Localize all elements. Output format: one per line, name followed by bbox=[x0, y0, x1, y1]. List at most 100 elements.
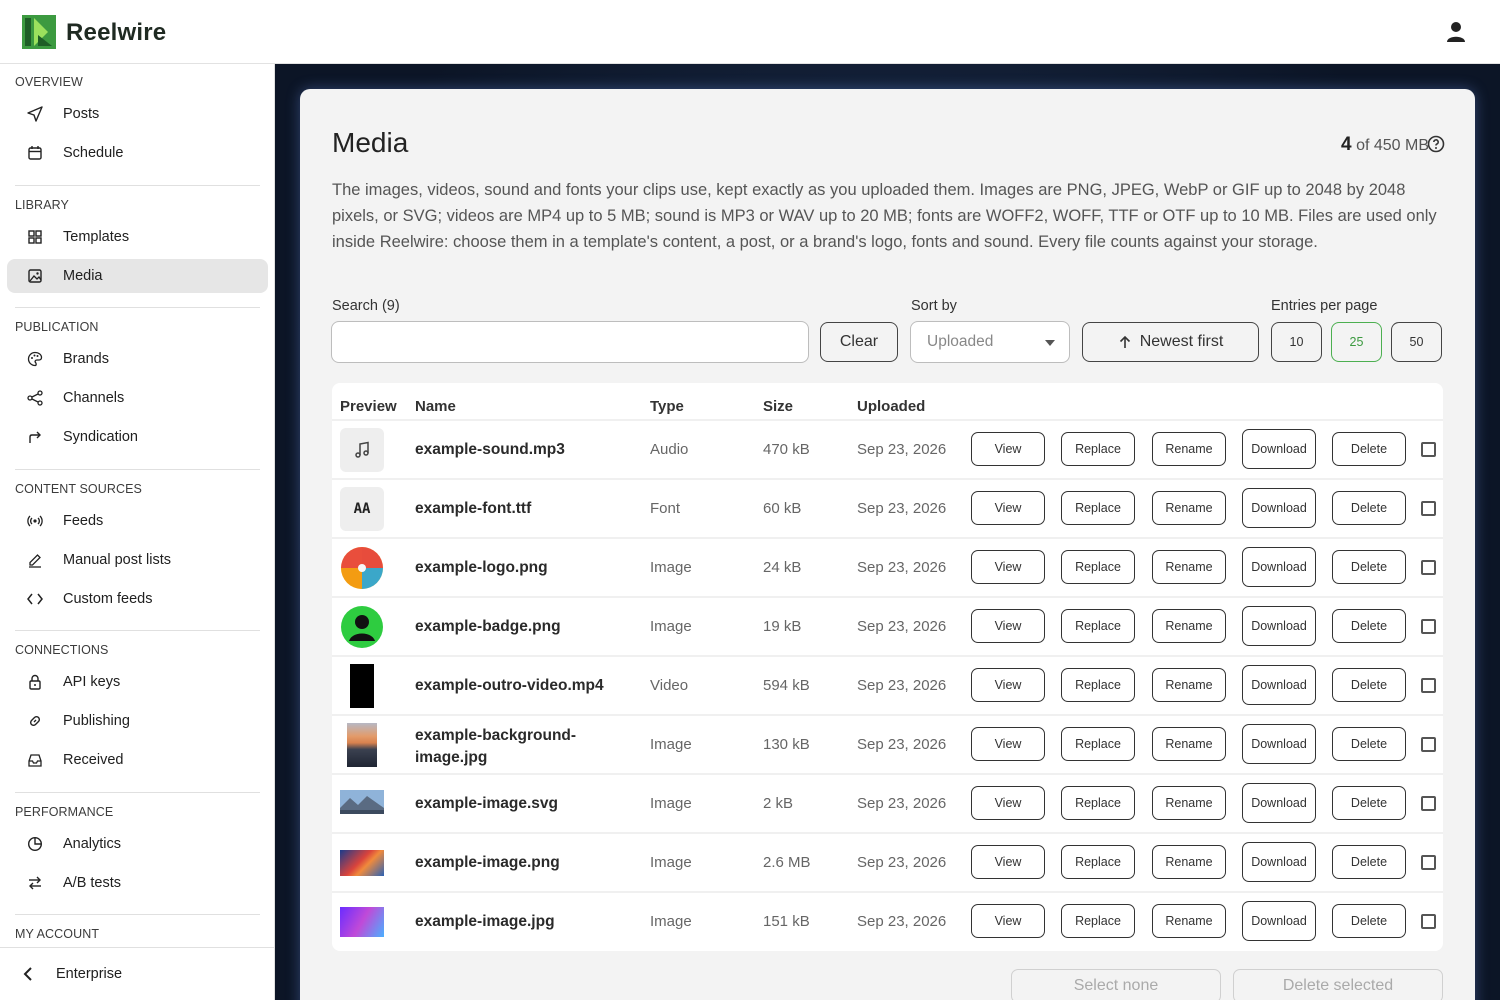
row-checkbox[interactable] bbox=[1421, 619, 1436, 634]
row-checkbox[interactable] bbox=[1421, 678, 1436, 693]
replace-button[interactable]: Replace bbox=[1061, 727, 1135, 761]
download-button[interactable]: Download bbox=[1242, 429, 1316, 469]
replace-button[interactable]: Replace bbox=[1061, 668, 1135, 702]
rename-button[interactable]: Rename bbox=[1152, 845, 1226, 879]
sidebar-item-publishing[interactable]: Publishing bbox=[7, 704, 268, 738]
view-button[interactable]: View bbox=[971, 904, 1045, 938]
row-checkbox[interactable] bbox=[1421, 737, 1436, 752]
download-button[interactable]: Download bbox=[1242, 783, 1316, 823]
app-name[interactable]: Reelwire bbox=[66, 19, 166, 47]
rename-button[interactable]: Rename bbox=[1152, 550, 1226, 584]
sidebar: OVERVIEW Posts Schedule LIBRARY Template… bbox=[0, 64, 275, 1000]
replace-button[interactable]: Replace bbox=[1061, 845, 1135, 879]
help-icon[interactable] bbox=[1427, 135, 1445, 153]
sidebar-item-api-keys[interactable]: API keys bbox=[7, 665, 268, 699]
video-image[interactable] bbox=[340, 664, 384, 708]
view-button[interactable]: View bbox=[971, 786, 1045, 820]
sidebar-item-media[interactable]: Media bbox=[7, 259, 268, 293]
clear-button[interactable]: Clear bbox=[820, 322, 898, 362]
row-checkbox[interactable] bbox=[1421, 855, 1436, 870]
delete-button[interactable]: Delete bbox=[1332, 786, 1406, 820]
replace-button[interactable]: Replace bbox=[1061, 904, 1135, 938]
search-input[interactable] bbox=[331, 321, 809, 363]
view-button[interactable]: View bbox=[971, 609, 1045, 643]
file-type: Image bbox=[650, 736, 692, 753]
column-header-size[interactable]: Size bbox=[763, 398, 793, 415]
delete-button[interactable]: Delete bbox=[1332, 727, 1406, 761]
row-checkbox[interactable] bbox=[1421, 560, 1436, 575]
view-button[interactable]: View bbox=[971, 845, 1045, 879]
delete-button[interactable]: Delete bbox=[1332, 845, 1406, 879]
rename-button[interactable]: Rename bbox=[1152, 727, 1226, 761]
sidebar-item-posts[interactable]: Posts bbox=[7, 97, 268, 131]
row-checkbox[interactable] bbox=[1421, 501, 1436, 516]
replace-button[interactable]: Replace bbox=[1061, 550, 1135, 584]
rename-button[interactable]: Rename bbox=[1152, 668, 1226, 702]
delete-selected-button[interactable]: Delete selected bbox=[1233, 969, 1443, 1000]
sidebar-item-syndication[interactable]: Syndication bbox=[7, 420, 268, 454]
user-icon[interactable] bbox=[1446, 21, 1466, 43]
mountain-image[interactable] bbox=[340, 782, 384, 826]
download-button[interactable]: Download bbox=[1242, 665, 1316, 705]
row-checkbox[interactable] bbox=[1421, 442, 1436, 457]
beach-ball-image[interactable] bbox=[340, 546, 384, 590]
file-type: Image bbox=[650, 795, 692, 812]
delete-button[interactable]: Delete bbox=[1332, 491, 1406, 525]
entries-option-25[interactable]: 25 bbox=[1331, 322, 1382, 362]
gradient-image[interactable] bbox=[340, 900, 384, 944]
entries-option-10[interactable]: 10 bbox=[1271, 322, 1322, 362]
reelwire-logo-icon[interactable] bbox=[22, 15, 56, 49]
sidebar-item-custom-feeds[interactable]: Custom feeds bbox=[7, 582, 268, 616]
select-none-button[interactable]: Select none bbox=[1011, 969, 1221, 1000]
download-button[interactable]: Download bbox=[1242, 724, 1316, 764]
delete-button[interactable]: Delete bbox=[1332, 432, 1406, 466]
replace-button[interactable]: Replace bbox=[1061, 609, 1135, 643]
row-checkbox[interactable] bbox=[1421, 914, 1436, 929]
download-button[interactable]: Download bbox=[1242, 547, 1316, 587]
sidebar-item-enterprise[interactable]: Enterprise bbox=[0, 947, 274, 1000]
rename-button[interactable]: Rename bbox=[1152, 786, 1226, 820]
view-button[interactable]: View bbox=[971, 432, 1045, 466]
abstract-image[interactable] bbox=[340, 841, 384, 885]
rename-button[interactable]: Rename bbox=[1152, 491, 1226, 525]
view-button[interactable]: View bbox=[971, 727, 1045, 761]
music-note-icon[interactable] bbox=[340, 428, 384, 472]
download-button[interactable]: Download bbox=[1242, 901, 1316, 941]
row-checkbox[interactable] bbox=[1421, 796, 1436, 811]
sidebar-item-manual-post-lists[interactable]: Manual post lists bbox=[7, 543, 268, 577]
sidebar-item-feeds[interactable]: Feeds bbox=[7, 504, 268, 538]
download-button[interactable]: Download bbox=[1242, 606, 1316, 646]
sort-order-button[interactable]: Newest first bbox=[1082, 322, 1259, 362]
delete-button[interactable]: Delete bbox=[1332, 668, 1406, 702]
column-header-type[interactable]: Type bbox=[650, 398, 684, 415]
sidebar-item-templates[interactable]: Templates bbox=[7, 220, 268, 254]
rename-button[interactable]: Rename bbox=[1152, 904, 1226, 938]
delete-button[interactable]: Delete bbox=[1332, 609, 1406, 643]
badge-image[interactable] bbox=[340, 605, 384, 649]
download-button[interactable]: Download bbox=[1242, 488, 1316, 528]
delete-button[interactable]: Delete bbox=[1332, 904, 1406, 938]
sidebar-item-channels[interactable]: Channels bbox=[7, 381, 268, 415]
replace-button[interactable]: Replace bbox=[1061, 491, 1135, 525]
sidebar-item-ab-tests[interactable]: A/B tests bbox=[7, 866, 268, 900]
sidebar-item-analytics[interactable]: Analytics bbox=[7, 827, 268, 861]
page-title: Media bbox=[332, 127, 409, 158]
view-button[interactable]: View bbox=[971, 668, 1045, 702]
replace-button[interactable]: Replace bbox=[1061, 432, 1135, 466]
view-button[interactable]: View bbox=[971, 491, 1045, 525]
download-button[interactable]: Download bbox=[1242, 842, 1316, 882]
sunset-image[interactable] bbox=[340, 723, 384, 767]
delete-button[interactable]: Delete bbox=[1332, 550, 1406, 584]
font-icon[interactable]: AA bbox=[340, 487, 384, 531]
entries-option-50[interactable]: 50 bbox=[1391, 322, 1442, 362]
sort-select[interactable]: Uploaded bbox=[910, 321, 1070, 363]
view-button[interactable]: View bbox=[971, 550, 1045, 584]
rename-button[interactable]: Rename bbox=[1152, 609, 1226, 643]
rename-button[interactable]: Rename bbox=[1152, 432, 1226, 466]
sidebar-item-brands[interactable]: Brands bbox=[7, 342, 268, 376]
column-header-uploaded[interactable]: Uploaded bbox=[857, 398, 925, 415]
column-header-name[interactable]: Name bbox=[415, 398, 456, 415]
replace-button[interactable]: Replace bbox=[1061, 786, 1135, 820]
sidebar-item-received[interactable]: Received bbox=[7, 743, 268, 777]
sidebar-item-schedule[interactable]: Schedule bbox=[7, 136, 268, 170]
